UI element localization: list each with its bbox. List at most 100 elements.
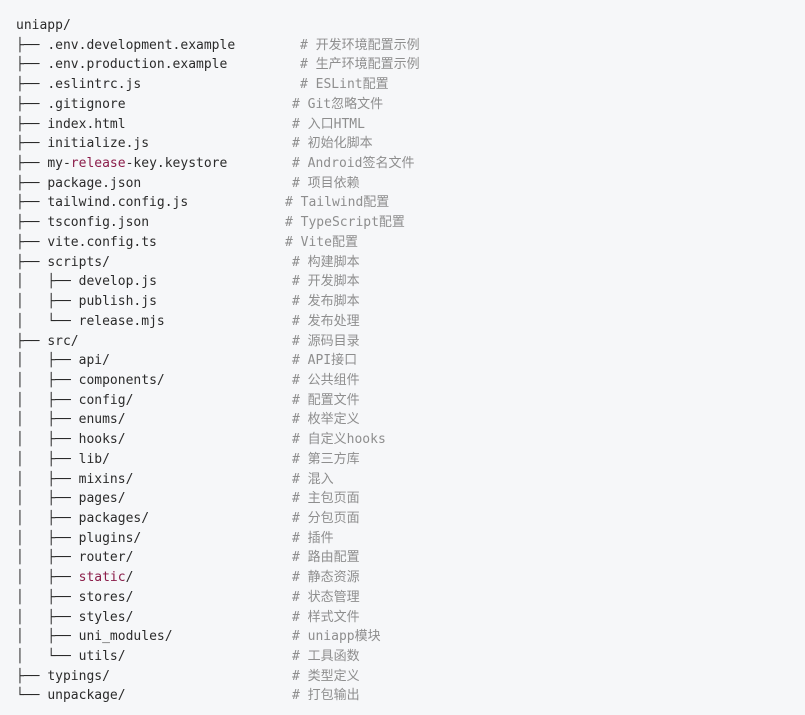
comment: # 发布处理 bbox=[292, 313, 360, 329]
comment: # 生产环境配置示例 bbox=[300, 57, 420, 73]
file-name: vite.config.ts bbox=[47, 234, 157, 250]
tree-branch: │ ├── bbox=[16, 471, 79, 487]
comment: # 状态管理 bbox=[292, 589, 360, 605]
tree-line: │ ├── router/ # 路由配置 bbox=[16, 548, 789, 568]
file-name: mixins/ bbox=[78, 471, 134, 487]
file-name: stores/ bbox=[78, 589, 134, 605]
tree-branch: ├── bbox=[16, 175, 48, 191]
tree-line: │ ├── develop.js # 开发脚本 bbox=[16, 272, 789, 292]
file-name: enums/ bbox=[78, 412, 126, 428]
tree-line: │ ├── mixins/ # 混入 bbox=[16, 470, 789, 490]
tree-branch: │ ├── bbox=[16, 353, 79, 369]
tree-branch: ├── bbox=[16, 156, 48, 172]
comment: # 入口HTML bbox=[292, 116, 365, 132]
tree-line: │ ├── packages/ # 分包页面 bbox=[16, 509, 789, 529]
comment: # API接口 bbox=[292, 353, 358, 369]
file-name: .eslintrc.js bbox=[47, 77, 142, 93]
tree-line: │ ├── styles/ # 样式文件 bbox=[16, 608, 789, 628]
comment: # 配置文件 bbox=[292, 392, 360, 408]
file-name: index.html bbox=[47, 116, 126, 132]
tree-line: │ ├── lib/ # 第三方库 bbox=[16, 450, 789, 470]
comment: # TypeScript配置 bbox=[285, 215, 405, 231]
tree-branch: │ ├── bbox=[16, 530, 79, 546]
comment: # 分包页面 bbox=[292, 510, 360, 526]
tree-branch: ├── bbox=[16, 254, 48, 270]
comment: # 发布脚本 bbox=[292, 294, 360, 310]
file-name: packages/ bbox=[78, 510, 150, 526]
tree-line: ├── my-release-key.keystore # Android签名文件 bbox=[16, 154, 789, 174]
file-name: styles/ bbox=[78, 609, 134, 625]
tree-line: ├── initialize.js # 初始化脚本 bbox=[16, 134, 789, 154]
tree-branch: │ └── bbox=[16, 649, 79, 664]
file-name: my- bbox=[47, 156, 71, 172]
keyword-highlight: release bbox=[70, 156, 126, 172]
tree-branch: │ ├── bbox=[16, 274, 79, 290]
keyword-highlight: static bbox=[78, 570, 126, 586]
tree-branch: │ ├── bbox=[16, 451, 79, 467]
comment: # 初始化脚本 bbox=[292, 136, 373, 152]
tree-line: │ ├── stores/ # 状态管理 bbox=[16, 588, 789, 608]
file-name: scripts/ bbox=[47, 254, 110, 270]
comment: # Android签名文件 bbox=[292, 156, 415, 172]
file-name: release.mjs bbox=[78, 313, 165, 329]
tree-line: ├── typings/ # 类型定义 bbox=[16, 667, 789, 687]
comment: # Tailwind配置 bbox=[285, 195, 390, 211]
file-name: .env.production.example bbox=[47, 57, 228, 73]
tree-line: │ ├── api/ # API接口 bbox=[16, 351, 789, 371]
comment: # uniapp模块 bbox=[292, 629, 381, 645]
file-name: api/ bbox=[78, 353, 110, 369]
comment: # 打包输出 bbox=[292, 688, 360, 704]
tree-branch: ├── bbox=[16, 57, 48, 73]
file-name: publish.js bbox=[78, 294, 157, 310]
comment: # 混入 bbox=[292, 471, 334, 487]
comment: # 开发脚本 bbox=[292, 274, 360, 290]
tree-line: ├── src/ # 源码目录 bbox=[16, 332, 789, 352]
file-name: hooks/ bbox=[78, 432, 126, 448]
comment: # 公共组件 bbox=[292, 372, 360, 388]
tree-line: │ ├── enums/ # 枚举定义 bbox=[16, 410, 789, 430]
tree-line: ├── vite.config.ts # Vite配置 bbox=[16, 233, 789, 253]
comment: # 样式文件 bbox=[292, 609, 360, 625]
tree-branch: ├── bbox=[16, 333, 48, 349]
tree-branch: ├── bbox=[16, 37, 48, 53]
tree-branch: ├── bbox=[16, 234, 48, 250]
file-name: src/ bbox=[47, 333, 79, 349]
tree-line: ├── scripts/ # 构建脚本 bbox=[16, 253, 789, 273]
comment: # 工具函数 bbox=[292, 649, 360, 664]
root-folder: uniapp/ bbox=[16, 18, 71, 33]
comment: # 自定义hooks bbox=[292, 432, 386, 448]
tree-branch: │ ├── bbox=[16, 412, 79, 428]
comment: # 路由配置 bbox=[292, 550, 360, 566]
comment: # 第三方库 bbox=[292, 451, 360, 467]
tree-branch: │ ├── bbox=[16, 570, 79, 586]
comment: # 插件 bbox=[292, 530, 334, 546]
comment: # 构建脚本 bbox=[292, 254, 360, 270]
file-name: uni_modules/ bbox=[78, 629, 173, 645]
tree-branch: ├── bbox=[16, 215, 48, 231]
code-block: uniapp/ ├── .env.development.example # 开发环… bbox=[0, 0, 805, 715]
tree-branch: │ ├── bbox=[16, 609, 79, 625]
tree-branch: │ ├── bbox=[16, 550, 79, 566]
tree-line: └── unpackage/ # 打包输出 bbox=[16, 686, 789, 706]
tree-branch: ├── bbox=[16, 136, 48, 152]
file-name: typings/ bbox=[47, 668, 110, 684]
file-name: config/ bbox=[78, 392, 134, 408]
tree-branch: ├── bbox=[16, 668, 48, 684]
comment: # Git忽略文件 bbox=[292, 96, 384, 112]
tree-branch: │ ├── bbox=[16, 589, 79, 605]
file-name: initialize.js bbox=[47, 136, 150, 152]
tree-line: ├── package.json # 项目依赖 bbox=[16, 174, 789, 194]
tree-line: ├── .gitignore # Git忽略文件 bbox=[16, 95, 789, 115]
tree-line: │ ├── plugins/ # 插件 bbox=[16, 529, 789, 549]
tree-line: ├── tsconfig.json # TypeScript配置 bbox=[16, 213, 789, 233]
tree-line: ├── index.html # 入口HTML bbox=[16, 115, 789, 135]
file-name: .gitignore bbox=[47, 96, 126, 112]
comment: # 主包页面 bbox=[292, 491, 360, 507]
tree-branch: │ ├── bbox=[16, 629, 79, 645]
tree-line: │ └── utils/ # 工具函数 bbox=[16, 647, 789, 667]
comment: # 类型定义 bbox=[292, 668, 360, 684]
tree-branch: ├── bbox=[16, 195, 48, 211]
file-name: lib/ bbox=[78, 451, 110, 467]
tree-line: │ ├── hooks/ # 自定义hooks bbox=[16, 430, 789, 450]
comment: # 静态资源 bbox=[292, 570, 360, 586]
